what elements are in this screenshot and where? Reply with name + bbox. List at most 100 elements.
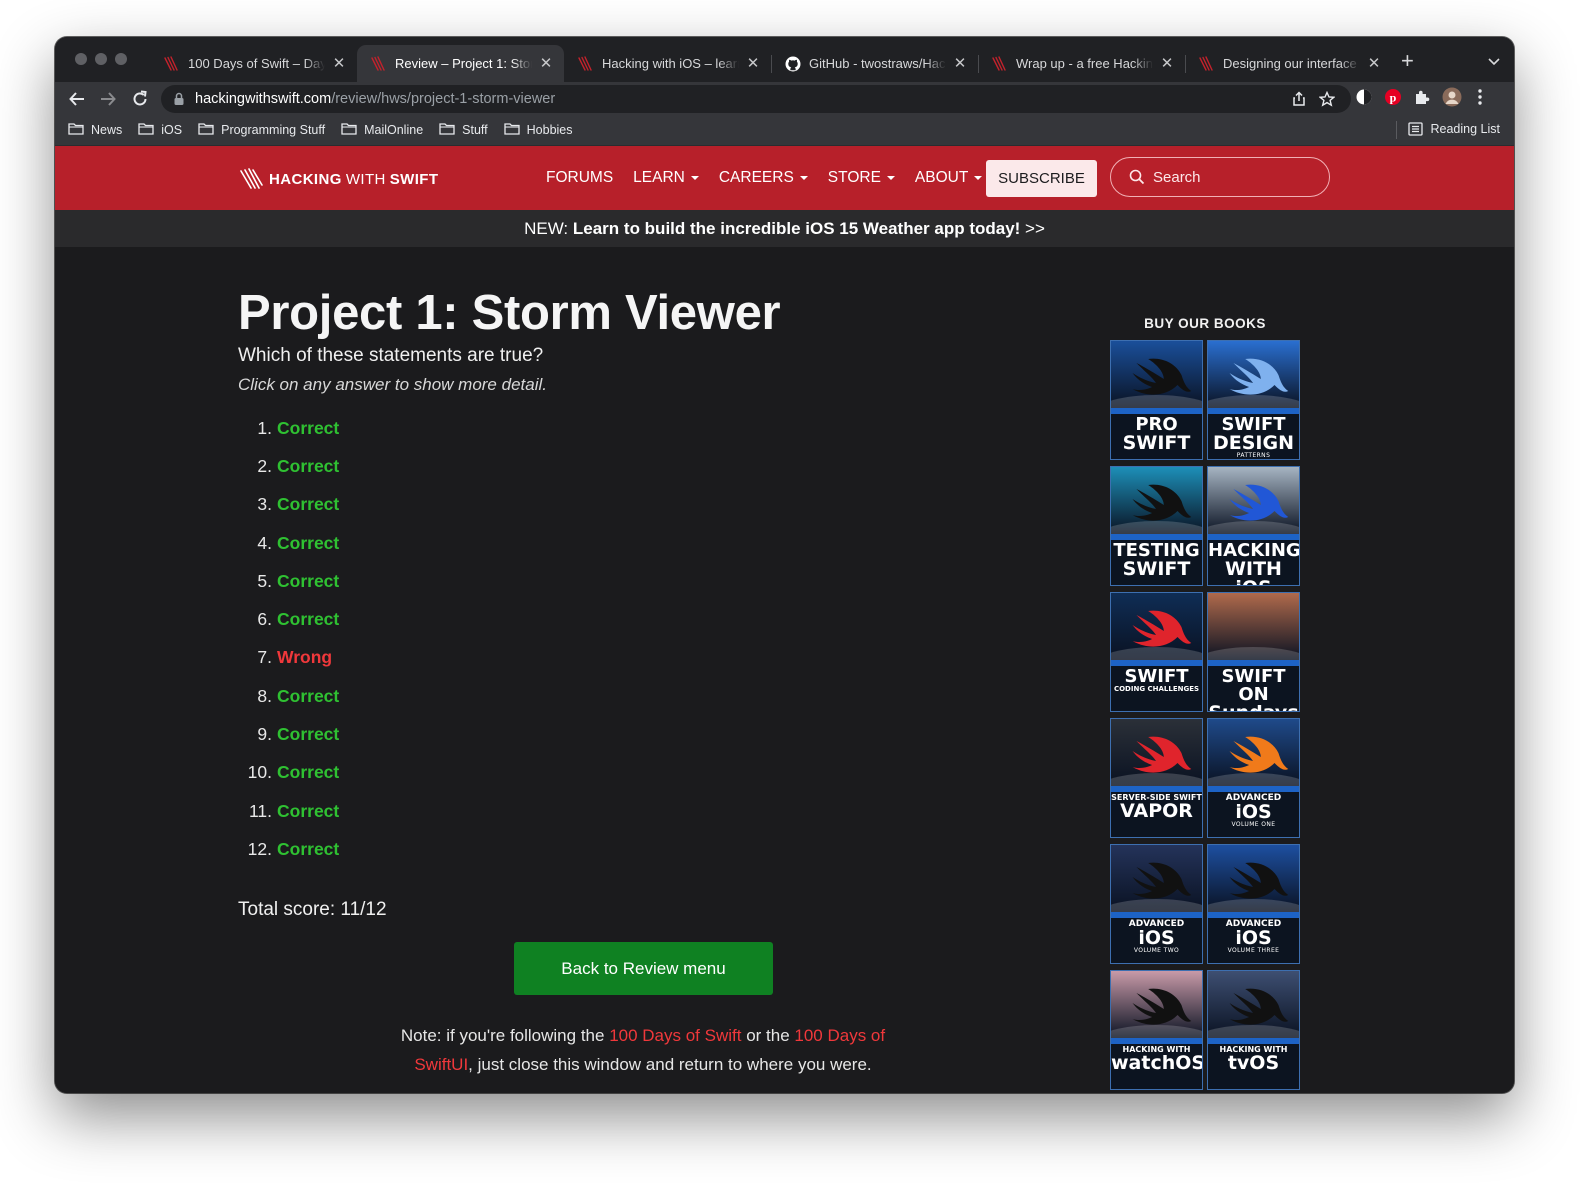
bookmark-label: Hobbies [526,123,573,137]
browser-tab[interactable]: Designing our interface - a ✕ [1185,45,1392,82]
nav-store[interactable]: STORE [828,169,895,187]
book-cover[interactable]: TESTING SWIFT [1110,466,1203,586]
share-icon[interactable] [1291,91,1307,107]
book-title: ADVANCED iOS VOLUME ONE [1208,794,1299,828]
pinterest-extension-icon[interactable]: p [1384,88,1402,106]
book-cover[interactable]: HACKING WITH watchOS [1110,970,1203,1090]
browser-tab[interactable]: 100 Days of Swift – Day 2 ✕ [150,45,357,82]
note-part-1: Note: if you're following the [400,1026,610,1045]
note-text: Note: if you're following the 100 Days o… [390,1021,896,1079]
book-title-line-2: watchOS [1111,1052,1203,1074]
back-to-review-button[interactable]: Back to Review menu [514,942,773,995]
answer-result-link[interactable]: Correct [277,839,339,860]
folder-icon [68,122,91,138]
close-tab-icon[interactable]: ✕ [1366,55,1382,72]
book-title-line-1: SWIFT ON [1221,666,1286,705]
answer-number: 12. [247,838,272,859]
dropdown-caret-icon [690,176,699,180]
book-cover[interactable]: PRO SWIFT [1110,340,1203,460]
book-cover[interactable]: HACKINGWITH iOS [1207,466,1300,586]
tab-list: 100 Days of Swift – Day 2 ✕ Review – Proje… [150,45,1392,82]
hundred-days-swift-link[interactable]: 100 Days of Swift [609,1026,741,1045]
book-cover[interactable]: SERVER-SIDE SWIFT VAPOR [1110,718,1203,838]
browser-tab[interactable]: Review – Project 1: Storm ✕ [357,45,564,82]
book-art [1208,341,1299,408]
minimize-window-button[interactable] [95,53,107,65]
answer-result-link[interactable]: Correct [277,686,339,707]
book-art [1111,845,1202,912]
new-tab-button[interactable]: + [1401,50,1414,72]
total-score: Total score: 11/12 [238,899,387,920]
address-bar[interactable]: hackingwithswift.com/review/hws/project-… [161,85,1351,113]
bookmark-folder[interactable]: Stuff [439,122,488,138]
answer-number: 4. [257,532,272,553]
announcement-banner[interactable]: NEW: Learn to build the incredible iOS 1… [55,210,1514,247]
close-tab-icon[interactable]: ✕ [745,55,761,72]
book-cover[interactable]: ADVANCED iOS VOLUME ONE [1207,718,1300,838]
zoom-window-button[interactable] [115,53,127,65]
book-cover[interactable]: ADVANCED iOS VOLUME TWO [1110,844,1203,964]
answer-number: 10. [247,762,272,783]
browser-menu-icon[interactable] [1473,88,1487,106]
close-tab-icon[interactable]: ✕ [538,55,554,72]
close-tab-icon[interactable]: ✕ [331,55,347,72]
reload-icon[interactable] [128,87,152,111]
answer-result-link[interactable]: Correct [277,571,339,592]
bookmark-star-icon[interactable] [1319,91,1335,107]
answer-result-link[interactable]: Correct [277,494,339,515]
site-logo[interactable]: HACKING WITH SWIFT [239,168,438,190]
browser-tab[interactable]: GitHub - twostraws/Hacki ✕ [771,45,978,82]
profile-avatar-icon[interactable] [1442,87,1462,107]
book-title: SWIFT DESIGN PATTERNS [1208,416,1299,459]
book-cover[interactable]: SWIFT CODING CHALLENGES [1110,592,1203,712]
book-title-line-2: SWIFT [1122,432,1191,454]
site-header: HACKING WITH SWIFT FORUMS LEARN CAREERS STO… [55,146,1514,210]
reading-list-button[interactable]: Reading List [1395,121,1500,139]
answer-result-link[interactable]: Wrong [277,647,332,668]
bookmark-label: Stuff [462,123,488,137]
nav-careers[interactable]: CAREERS [719,169,808,187]
book-band [1111,786,1202,792]
tab-title: Review – Project 1: Storm [395,56,532,71]
answer-result-link[interactable]: Correct [277,609,339,630]
answer-result-link[interactable]: Correct [277,456,339,477]
answer-result-link[interactable]: Correct [277,724,339,745]
answer-result-link[interactable]: Correct [277,801,339,822]
extensions-puzzle-icon[interactable] [1413,88,1431,106]
note-part-2: or the [741,1026,795,1045]
bookmark-folder[interactable]: MailOnline [341,122,423,138]
subscribe-button[interactable]: SUBSCRIBE [986,160,1097,197]
bookmark-folder[interactable]: Hobbies [503,122,573,138]
answer-result-link[interactable]: Correct [277,418,339,439]
book-cover[interactable]: SWIFT DESIGN PATTERNS [1207,340,1300,460]
bookmark-folder[interactable]: iOS [138,122,182,138]
book-cover[interactable]: HACKING WITH tvOS [1207,970,1300,1090]
bookmark-folder[interactable]: News [68,122,122,138]
nav-about[interactable]: ABOUT [915,169,983,187]
logo-swift: SWIFT [389,170,439,188]
dark-reader-extension-icon[interactable] [1355,88,1373,106]
announcement-suffix: >> [1020,219,1045,238]
browser-tab[interactable]: Wrap up - a free Hacking ✕ [978,45,1185,82]
forward-arrow-icon[interactable] [96,87,120,111]
close-window-button[interactable] [75,53,87,65]
book-band [1111,912,1202,918]
close-tab-icon[interactable]: ✕ [952,55,968,72]
book-cover[interactable]: ADVANCED iOS VOLUME THREE [1207,844,1300,964]
back-arrow-icon[interactable] [65,87,89,111]
nav-learn[interactable]: LEARN [633,169,699,187]
tab-search-chevron-icon[interactable] [1488,55,1500,67]
answer-item: 3. Correct [238,486,339,524]
answer-result-link[interactable]: Correct [277,762,339,783]
tab-title: Wrap up - a free Hacking [1016,56,1153,71]
browser-tab[interactable]: Hacking with iOS – learn t ✕ [564,45,771,82]
book-cover[interactable]: SWIFT ONSundaysVOLUME ONE [1207,592,1300,712]
url-path: /review/hws/project-1-storm-viewer [331,91,556,107]
answer-result-link[interactable]: Correct [277,533,339,554]
nav-forums[interactable]: FORUMS [546,169,613,187]
close-tab-icon[interactable]: ✕ [1159,55,1175,72]
search-input[interactable]: Search [1110,157,1330,197]
book-title: SWIFT CODING CHALLENGES [1111,668,1202,693]
answer-item: 12. Correct [238,830,340,868]
bookmark-folder[interactable]: Programming Stuff [198,122,325,138]
